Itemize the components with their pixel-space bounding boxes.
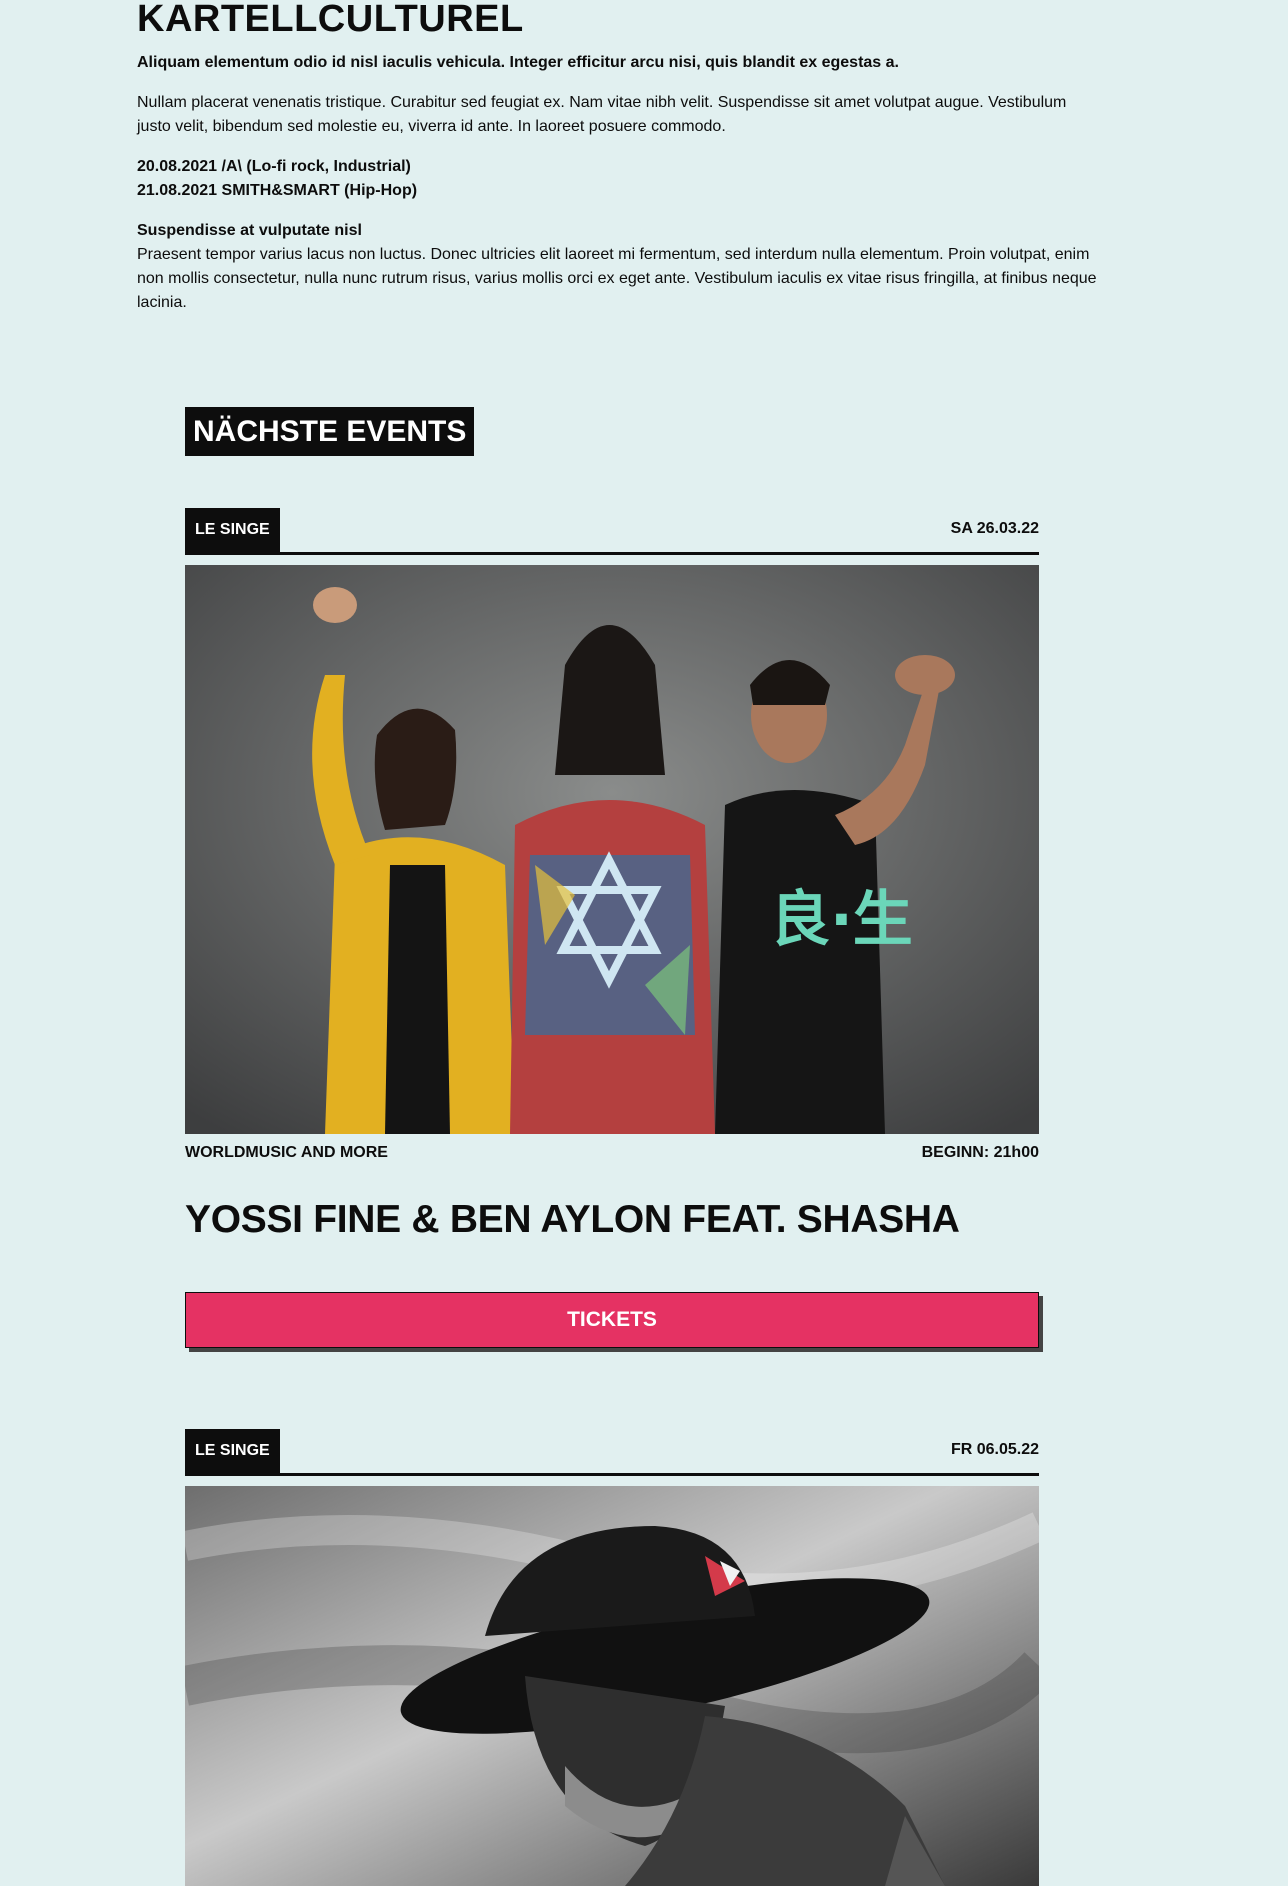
date-item: 21.08.2021 SMITH&SMART (Hip-Hop) bbox=[137, 182, 418, 199]
intro-body-text: Praesent tempor varius lacus non luctus.… bbox=[137, 246, 1097, 311]
event-title[interactable]: YOSSI FINE & BEN AYLON FEAT. SHASHA bbox=[185, 1196, 1039, 1244]
event-card[interactable]: LE SINGE SA 26.03.22 良·生 WORLDMUSIC AND … bbox=[185, 508, 1039, 1348]
event-photo[interactable] bbox=[185, 1486, 1039, 1886]
intro-section: KARTELLCULTUREL Aliquam elementum odio i… bbox=[137, 0, 1097, 315]
event-date: FR 06.05.22 bbox=[950, 1441, 1039, 1458]
event-photo[interactable]: 良·生 bbox=[185, 565, 1039, 1134]
events-heading: NÄCHSTE EVENTS bbox=[185, 407, 475, 456]
intro-paragraph: Nullam placerat venenatis tristique. Cur… bbox=[137, 94, 1067, 135]
tickets-button[interactable]: TICKETS bbox=[185, 1292, 1039, 1348]
venue-badge[interactable]: LE SINGE bbox=[185, 508, 280, 552]
intro-subheading: Suspendisse at vulputate nisl bbox=[137, 222, 362, 239]
event-meta: WORLDMUSIC AND MORE BEGINN: 21h00 bbox=[185, 1144, 1039, 1170]
intro-body: Suspendisse at vulputate nisl Praesent t… bbox=[137, 219, 1097, 315]
date-list: 20.08.2021 /A\ (Lo-fi rock, Industrial) … bbox=[137, 155, 1097, 203]
venue-badge[interactable]: LE SINGE bbox=[185, 1429, 280, 1473]
event-genre: WORLDMUSIC AND MORE bbox=[185, 1144, 388, 1161]
event-start-time: BEGINN: 21h00 bbox=[921, 1144, 1039, 1161]
date-item: 20.08.2021 /A\ (Lo-fi rock, Industrial) bbox=[137, 158, 411, 175]
site-title: KARTELLCULTUREL bbox=[137, 0, 524, 40]
event-date: SA 26.03.22 bbox=[950, 520, 1039, 537]
event-header: LE SINGE SA 26.03.22 bbox=[185, 508, 1039, 555]
intro-lead: Aliquam elementum odio id nisl iaculis v… bbox=[137, 54, 899, 71]
event-header: LE SINGE FR 06.05.22 bbox=[185, 1429, 1039, 1476]
svg-text:良·生: 良·生 bbox=[770, 885, 913, 955]
event-card[interactable]: LE SINGE FR 06.05.22 bbox=[185, 1429, 1039, 1886]
events-section-header: NÄCHSTE EVENTS bbox=[185, 407, 1039, 456]
